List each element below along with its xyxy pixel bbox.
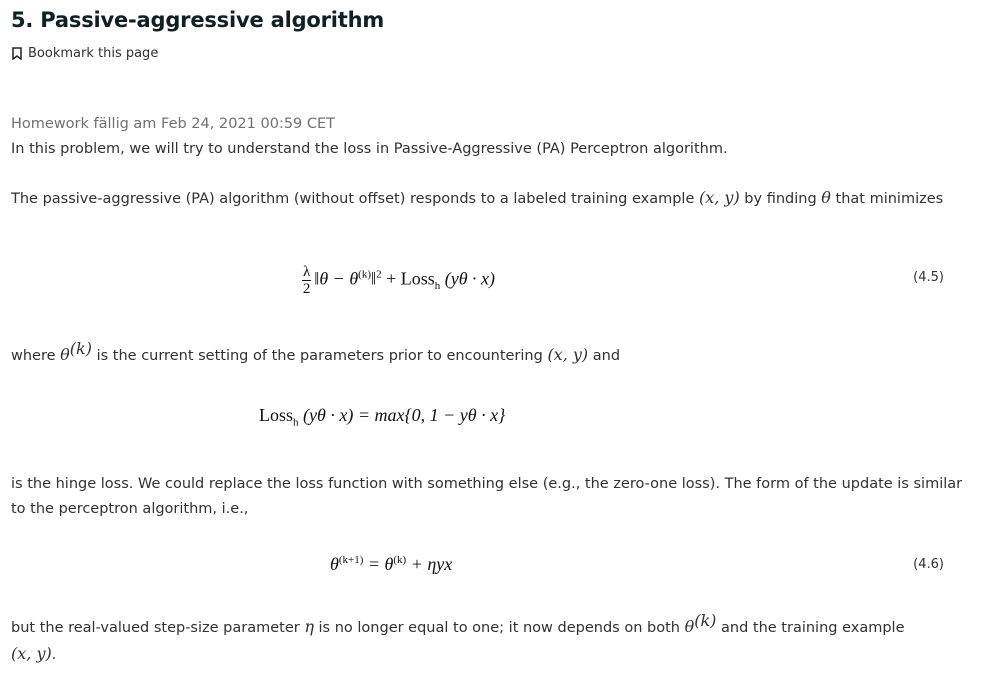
equation-hinge-loss: Lossh (yθ · x) = max{0, 1 − yθ · x} bbox=[259, 405, 505, 429]
equation-number: (4.5) bbox=[913, 270, 944, 285]
text: The passive-aggressive (PA) algorithm (w… bbox=[11, 191, 699, 207]
text: and bbox=[588, 347, 621, 364]
bookmark-label: Bookmark this page bbox=[28, 46, 159, 61]
math-xy: (x, y) bbox=[11, 643, 52, 663]
paragraph-2: where θ(k) is the current setting of the… bbox=[11, 336, 971, 369]
math: (k) bbox=[358, 268, 371, 281]
text: is no longer equal to one; it now depend… bbox=[313, 619, 685, 636]
equation-number: (4.6) bbox=[913, 557, 944, 572]
paragraph-1: The passive-aggressive (PA) algorithm (w… bbox=[11, 185, 971, 212]
math-theta: θ bbox=[821, 188, 831, 207]
math-eta: η bbox=[304, 616, 314, 636]
math-xy: (x, y) bbox=[547, 344, 589, 364]
denominator: 2 bbox=[302, 281, 311, 297]
math: + ηyx bbox=[406, 554, 453, 574]
math: (k) bbox=[694, 611, 717, 630]
math: + Loss bbox=[381, 268, 435, 289]
due-date: Homework fällig am Feb 24, 2021 00:59 CE… bbox=[11, 116, 336, 132]
math: θ bbox=[330, 554, 339, 574]
math: (k+1) bbox=[338, 554, 364, 566]
text: . bbox=[51, 646, 57, 663]
paragraph-4: but the real-valued step-size parameter … bbox=[11, 608, 971, 668]
equation-4-5: λ 2 ‖θ − θ(k)‖2 + Lossh (yθ · x) bbox=[302, 264, 495, 297]
text: by finding bbox=[739, 191, 822, 207]
bookmark-icon bbox=[12, 47, 22, 60]
intro-text: In this problem, we will try to understa… bbox=[11, 141, 728, 157]
text: and the training example bbox=[716, 619, 905, 636]
math: (yθ · x) = max{0, 1 − yθ · x} bbox=[298, 405, 506, 425]
text: but the real-valued step-size parameter bbox=[11, 619, 305, 636]
math: ‖θ − θ bbox=[314, 268, 359, 289]
math: (k) bbox=[393, 554, 407, 566]
math: (k) bbox=[69, 339, 92, 358]
math-theta: θ bbox=[60, 344, 70, 364]
numerator: λ bbox=[302, 264, 312, 281]
text: that minimizes bbox=[830, 191, 944, 207]
math: Loss bbox=[259, 405, 294, 425]
equation-4-6: θ(k+1) = θ(k) + ηyx bbox=[330, 554, 452, 575]
fraction: λ2 bbox=[302, 264, 312, 297]
math-theta: θ bbox=[684, 616, 695, 636]
bookmark-button[interactable]: Bookmark this page bbox=[11, 46, 158, 61]
math: (yθ · x) bbox=[440, 268, 496, 289]
page-title: 5. Passive-aggressive algorithm bbox=[11, 8, 385, 32]
math-xy: (x, y) bbox=[698, 188, 740, 207]
text: is the current setting of the parameters… bbox=[91, 347, 548, 364]
text: where bbox=[11, 347, 61, 364]
math: = θ bbox=[363, 554, 394, 574]
paragraph-3: is the hinge loss. We could replace the … bbox=[11, 476, 963, 517]
